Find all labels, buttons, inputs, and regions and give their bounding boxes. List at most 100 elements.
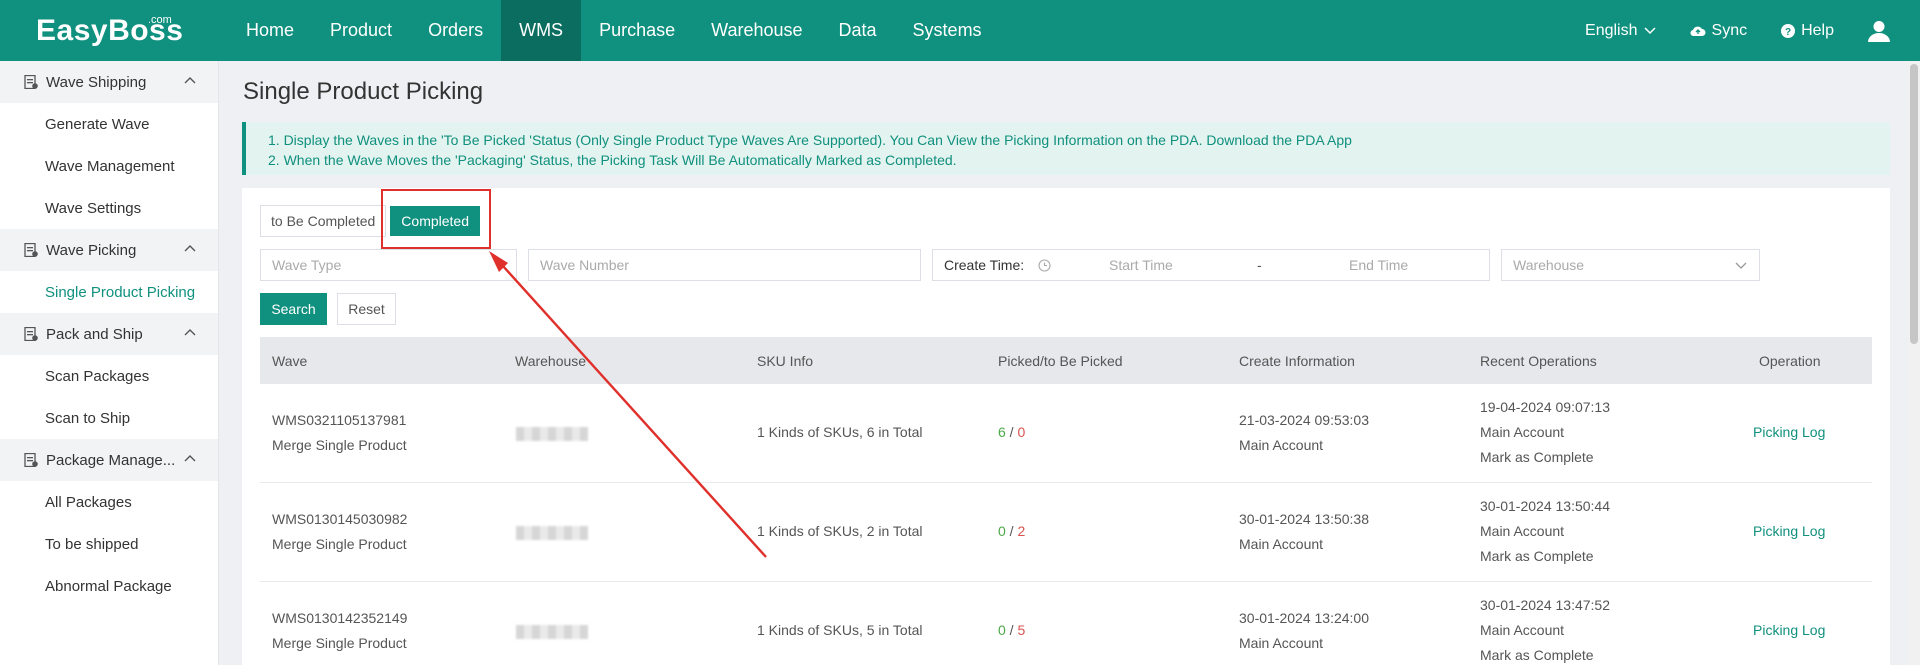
tab-to-be-completed[interactable]: to Be Completed <box>260 205 387 237</box>
create-info: 30-01-2024 13:50:38 Main Account <box>1239 507 1369 557</box>
nav-purchase[interactable]: Purchase <box>581 0 693 61</box>
table-row: WMS0130145030982 Merge Single Product 1 … <box>260 483 1872 582</box>
nav-product[interactable]: Product <box>312 0 410 61</box>
picked-value: 6 <box>998 424 1006 440</box>
picking-log-link[interactable]: Picking Log <box>1753 622 1825 638</box>
user-icon <box>1868 20 1890 42</box>
reset-button[interactable]: Reset <box>337 293 396 325</box>
create-info: 30-01-2024 13:24:00 Main Account <box>1239 606 1369 656</box>
create-time-label: Create Time: <box>944 257 1025 273</box>
create-by: Main Account <box>1239 635 1324 651</box>
sidebar-item-scan-to-ship[interactable]: Scan to Ship <box>0 397 218 439</box>
sidebar-item-to-be-shipped[interactable]: To be shipped <box>0 523 218 565</box>
document-icon <box>24 453 38 467</box>
sku-info: 1 Kinds of SKUs, 6 in Total <box>757 424 923 440</box>
picking-log-link[interactable]: Picking Log <box>1753 523 1825 539</box>
create-info: 21-03-2024 09:53:03 Main Account <box>1239 408 1369 458</box>
table-header: Wave Warehouse SKU Info Picked/to Be Pic… <box>260 337 1872 384</box>
sidebar-item-generate-wave[interactable]: Generate Wave <box>0 103 218 145</box>
to-pick-value: 0 <box>1017 424 1026 440</box>
header-recent-ops: Recent Operations <box>1480 352 1597 369</box>
sidebar-group-wave-picking[interactable]: Wave Picking <box>0 229 218 271</box>
warehouse-redacted <box>516 526 588 540</box>
document-icon <box>24 243 38 257</box>
notice-line-2: 2. When the Wave Moves the 'Packaging' S… <box>268 152 957 168</box>
sidebar-item-abnormal-package[interactable]: Abnormal Package <box>0 565 218 607</box>
help-button[interactable]: ? Help <box>1781 22 1834 40</box>
nav-systems[interactable]: Systems <box>895 0 1000 61</box>
sync-label: Sync <box>1711 21 1748 39</box>
chevron-down-icon <box>1643 26 1656 34</box>
search-button[interactable]: Search <box>260 293 327 325</box>
clock-icon <box>1038 258 1051 272</box>
wave-number-placeholder: Wave Number <box>540 257 629 273</box>
op-action: Mark as Complete <box>1480 647 1594 663</box>
op-action: Mark as Complete <box>1480 449 1594 465</box>
create-time-range[interactable]: Create Time: Start Time - End Time <box>932 249 1490 281</box>
nav-warehouse[interactable]: Warehouse <box>693 0 820 61</box>
document-icon <box>24 75 38 89</box>
warehouse-select[interactable]: Warehouse <box>1501 249 1760 281</box>
language-label: English <box>1585 21 1638 39</box>
scrollbar-thumb[interactable] <box>1910 64 1918 344</box>
create-by: Main Account <box>1239 437 1324 453</box>
language-switcher[interactable]: English <box>1585 21 1656 40</box>
nav-home[interactable]: Home <box>228 0 312 61</box>
sidebar-item-scan-packages[interactable]: Scan Packages <box>0 355 218 397</box>
wave-number-input[interactable]: Wave Number <box>528 249 921 281</box>
op-time: 30-01-2024 13:50:44 <box>1480 498 1610 514</box>
warehouse-placeholder: Warehouse <box>1513 257 1585 273</box>
sidebar-item-all-packages[interactable]: All Packages <box>0 481 218 523</box>
sidebar-group-wave-shipping[interactable]: Wave Shipping <box>0 61 218 103</box>
header-wave: Wave <box>272 352 308 369</box>
picked-separator: / <box>1005 523 1018 539</box>
nav-data[interactable]: Data <box>821 0 895 61</box>
end-time-placeholder[interactable]: End Time <box>1349 257 1408 273</box>
picked-separator: / <box>1005 622 1018 638</box>
nav-orders[interactable]: Orders <box>410 0 501 61</box>
document-icon <box>24 327 38 341</box>
header-picked: Picked/to Be Picked <box>998 352 1123 369</box>
wave-type-select[interactable]: Wave Type <box>260 249 517 281</box>
recent-ops: 30-01-2024 13:50:44 Main Account Mark as… <box>1480 494 1610 569</box>
cloud-sync-icon <box>1689 26 1706 36</box>
picked-count: 0 / 2 <box>998 523 1025 539</box>
create-time: 21-03-2024 09:53:03 <box>1239 412 1369 428</box>
sidebar-item-wave-settings[interactable]: Wave Settings <box>0 187 218 229</box>
help-icon: ? <box>1781 23 1796 38</box>
sidebar-group-pack-and-ship[interactable]: Pack and Ship <box>0 313 218 355</box>
create-time: 30-01-2024 13:50:38 <box>1239 511 1369 527</box>
start-time-placeholder[interactable]: Start Time <box>1109 257 1173 273</box>
annotation-highlight-box <box>381 189 491 249</box>
warehouse-redacted <box>516 427 588 441</box>
recent-ops: 30-01-2024 13:47:52 Main Account Mark as… <box>1480 593 1610 665</box>
brand-logo-sup: .com <box>148 14 172 26</box>
main-menu: Home Product Orders WMS Purchase Warehou… <box>228 0 1000 61</box>
wave-type: Merge Single Product <box>272 635 407 651</box>
sync-button[interactable]: Sync <box>1689 21 1748 40</box>
to-pick-value: 5 <box>1017 622 1026 638</box>
op-time: 19-04-2024 09:07:13 <box>1480 399 1610 415</box>
to-pick-value: 2 <box>1017 523 1026 539</box>
wave-table: Wave Warehouse SKU Info Picked/to Be Pic… <box>260 337 1872 665</box>
help-label: Help <box>1801 21 1834 39</box>
user-menu[interactable] <box>1868 20 1896 42</box>
svg-text:?: ? <box>1785 27 1791 38</box>
create-time: 30-01-2024 13:24:00 <box>1239 610 1369 626</box>
sidebar-group-package-management[interactable]: Package Manage... <box>0 439 218 481</box>
nav-wms[interactable]: WMS <box>501 0 582 61</box>
wave-type: Merge Single Product <box>272 536 407 552</box>
picked-count: 6 / 0 <box>998 424 1025 440</box>
chevron-down-icon <box>1735 262 1747 269</box>
nav-right: English Sync ? Help <box>1585 0 1920 61</box>
sidebar-item-single-product-picking[interactable]: Single Product Picking <box>0 271 218 313</box>
picking-log-link[interactable]: Picking Log <box>1753 424 1825 440</box>
wave-cell: WMS0130145030982 Merge Single Product <box>272 507 407 557</box>
header-sku-info: SKU Info <box>757 352 814 369</box>
sidebar-group-label: Wave Picking <box>46 241 137 259</box>
op-time: 30-01-2024 13:47:52 <box>1480 597 1610 613</box>
sidebar-item-wave-management[interactable]: Wave Management <box>0 145 218 187</box>
op-by: Main Account <box>1480 424 1565 440</box>
create-by: Main Account <box>1239 536 1324 552</box>
sidebar-group-label: Pack and Ship <box>46 325 143 343</box>
